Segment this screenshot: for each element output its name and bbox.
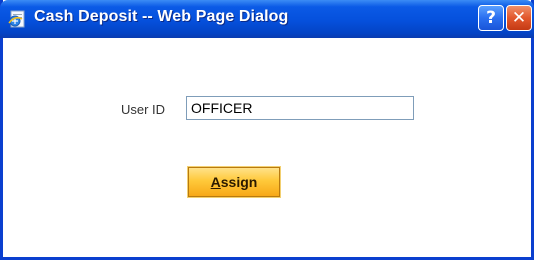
assign-label-rest: ssign bbox=[220, 174, 258, 190]
dialog-content: User ID Assign bbox=[3, 38, 531, 257]
help-button[interactable]: ? bbox=[478, 5, 504, 31]
user-id-label: User ID bbox=[121, 102, 166, 117]
window-title: Cash Deposit -- Web Page Dialog bbox=[34, 8, 289, 25]
title-bar[interactable]: Cash Deposit -- Web Page Dialog ? ✕ bbox=[0, 0, 534, 38]
help-icon: ? bbox=[486, 8, 496, 28]
ie-page-icon bbox=[8, 10, 28, 28]
assign-button[interactable]: Assign bbox=[187, 166, 281, 198]
user-id-input[interactable] bbox=[186, 96, 414, 120]
dialog-window: Cash Deposit -- Web Page Dialog ? ✕ User… bbox=[0, 0, 534, 260]
close-icon: ✕ bbox=[511, 8, 527, 28]
close-button[interactable]: ✕ bbox=[506, 5, 532, 31]
assign-accelerator: A bbox=[210, 174, 221, 190]
